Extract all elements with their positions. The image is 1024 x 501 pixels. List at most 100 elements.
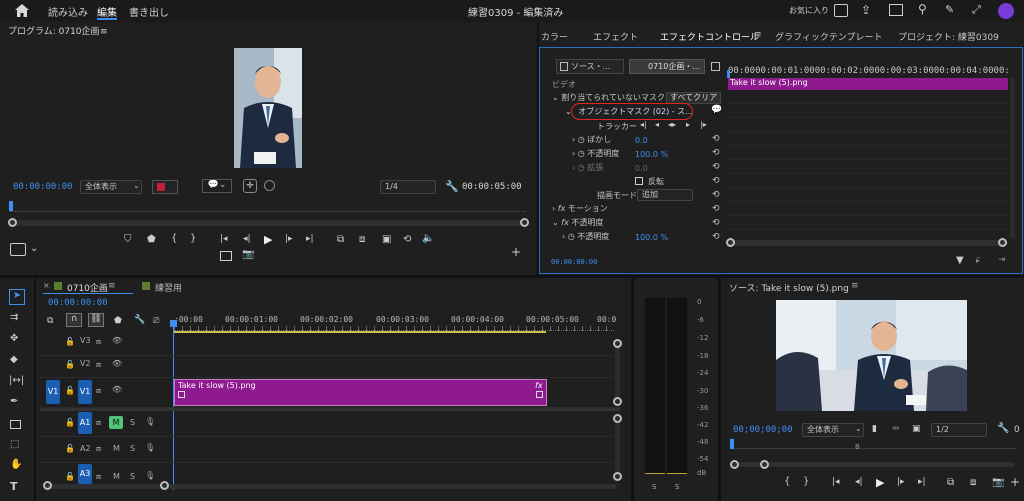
razor-tool-icon[interactable]: ◆ — [10, 354, 18, 365]
reset-icon[interactable]: ⟲ — [712, 176, 724, 186]
track-name-v1[interactable]: V1 — [78, 380, 92, 404]
stopwatch-icon[interactable]: ◷ — [568, 232, 575, 241]
ripple-edit-icon[interactable]: ✥ — [10, 333, 18, 344]
filter-icon[interactable]: ▼ — [956, 255, 964, 266]
track-backward-icon[interactable]: ◂| — [640, 120, 647, 129]
solo-button-a3[interactable]: S — [130, 472, 135, 481]
timeline-playhead-head[interactable] — [170, 320, 177, 327]
source-go-to-in-icon[interactable]: |◂ — [832, 477, 840, 487]
vscroll-handle[interactable] — [613, 339, 622, 348]
source-export-frame-icon[interactable]: ▣ — [912, 424, 921, 434]
tab-effect-controls-menu[interactable]: ≡ — [754, 30, 762, 40]
lift-clip-icon[interactable]: ⧉ — [337, 234, 344, 245]
source-clip-selector[interactable]: ソース・... — [556, 59, 624, 74]
lock-icon[interactable]: 🔓 — [65, 444, 75, 453]
vu-solo-left[interactable]: S — [652, 483, 656, 491]
reset-icon[interactable]: ⟲ — [712, 148, 724, 158]
blend-mode-select[interactable]: 追加 — [637, 189, 693, 201]
track-forward-icon[interactable]: |▸ — [700, 120, 707, 129]
menu-edit[interactable]: 編集 — [97, 4, 117, 19]
comment-icon[interactable]: 💬 — [711, 105, 722, 115]
fullscreen-icon[interactable]: ⤢ — [972, 3, 981, 17]
motion-row[interactable]: › fx モーション — [552, 202, 728, 216]
program-settings-icon[interactable] — [10, 243, 26, 256]
tab-project[interactable]: プロジェクト: 練習0309 — [898, 30, 999, 43]
share-icon[interactable]: ⇪ — [861, 3, 871, 17]
feather-value[interactable]: 0.0 — [635, 136, 648, 145]
source-menu-icon[interactable]: ≡ — [851, 281, 859, 291]
chevron-right-icon[interactable]: › — [562, 232, 565, 241]
eye-icon[interactable]: 👁 — [112, 336, 122, 345]
mini-ruler[interactable]: 00:0000:00:01:0000:00:02:0000:00:03:0000… — [728, 66, 1008, 78]
go-to-in-icon[interactable]: |◂ — [220, 234, 228, 244]
wrench-icon[interactable]: 🔧 — [445, 180, 459, 193]
menu-import[interactable]: 読み込み — [48, 4, 88, 19]
lock-icon[interactable]: 🔓 — [65, 386, 75, 395]
effect-timecode[interactable]: 00:00:00:00 — [551, 258, 597, 266]
pen-tool-icon[interactable]: ✒ — [10, 396, 18, 407]
mark-in-icon[interactable]: { — [171, 233, 177, 244]
sync-lock-icon[interactable]: ⧈ — [96, 418, 101, 428]
program-ruler[interactable] — [10, 204, 526, 212]
timeline-tab-close[interactable]: × — [43, 281, 50, 290]
microphone-icon[interactable]: 🎙 — [145, 417, 155, 426]
stopwatch-icon[interactable]: ◷ — [578, 163, 585, 172]
program-playhead[interactable] — [9, 201, 13, 211]
lock-icon[interactable]: 🔓 — [65, 360, 75, 369]
program-resolution-select[interactable]: 1/4 — [380, 180, 436, 194]
tab-effects[interactable]: エフェクト — [593, 30, 638, 43]
effect-panel-vscroll[interactable] — [1010, 78, 1015, 238]
notifications-icon[interactable]: ✎ — [945, 3, 954, 16]
sync-lock-icon[interactable]: ⧈ — [96, 337, 101, 347]
tab-effect-controls[interactable]: エフェクトコントロール — [660, 30, 759, 43]
source-patch-v1[interactable]: V1 — [46, 380, 60, 404]
linked-selection-icon[interactable]: ⛓ — [88, 313, 104, 327]
reset-icon[interactable]: ⟲ — [712, 162, 724, 172]
tab-graphic-templates[interactable]: グラフィックテンプレート — [775, 30, 883, 43]
chevron-down-icon[interactable]: ⌄ — [30, 243, 38, 254]
label-color-swatch[interactable] — [152, 180, 178, 194]
source-timecode[interactable]: 00;00;00;00 — [733, 425, 793, 435]
menu-export[interactable]: 書き出し — [129, 4, 169, 19]
source-mark-out-icon[interactable]: } — [803, 476, 809, 487]
play-audio-icon[interactable]: ▸⃗ — [976, 256, 980, 265]
source-scroll-handle-right[interactable] — [760, 460, 769, 469]
timeline-timecode[interactable]: 00:00:00:00 — [48, 298, 108, 308]
plus-icon[interactable]: + — [511, 245, 521, 259]
audio-icon[interactable]: 🔈 — [422, 233, 434, 244]
track-name-a3[interactable]: A3 — [78, 464, 92, 484]
reset-icon[interactable]: ⟲ — [712, 232, 724, 242]
timeline-vscroll-video[interactable] — [615, 340, 620, 402]
microphone-icon[interactable]: 🎙 — [145, 443, 155, 452]
quick-export-icon[interactable] — [834, 4, 848, 17]
export-icon[interactable]: ⇥ — [998, 255, 1006, 265]
source-scroll-handle-left[interactable] — [730, 460, 739, 469]
mini-scrollbar[interactable] — [728, 240, 1008, 246]
rectangle-tool-icon[interactable] — [10, 420, 21, 429]
compare-icon[interactable]: ⟲ — [403, 234, 411, 245]
vu-solo-right[interactable]: S — [675, 483, 679, 491]
source-overwrite-icon[interactable]: ⧈ — [970, 477, 976, 488]
timeline-tab-menu[interactable]: ≡ — [108, 281, 116, 291]
lift-icon[interactable]: ⛉ — [124, 234, 132, 245]
sync-lock-icon[interactable]: ⧈ — [96, 444, 101, 454]
sync-lock-icon[interactable]: ⧈ — [96, 386, 101, 396]
microphone-icon[interactable]: 🎙 — [145, 471, 155, 480]
reset-icon[interactable]: ⟲ — [712, 134, 724, 144]
solo-button-a1[interactable]: S — [130, 418, 135, 427]
go-to-out-icon[interactable]: ▸| — [306, 234, 314, 244]
tab-color[interactable]: カラー — [541, 30, 568, 43]
comment-icon[interactable]: 💬⌄ — [202, 179, 232, 193]
play-icon[interactable]: ▶ — [264, 233, 272, 246]
source-mark-in-icon[interactable]: { — [784, 476, 790, 487]
minus-circle-icon[interactable] — [264, 180, 275, 191]
vscroll-handle[interactable] — [613, 472, 622, 481]
add-marker-icon[interactable]: ⬟ — [114, 316, 122, 326]
timeline-tab-other[interactable]: 練習用 — [155, 281, 182, 294]
timeline-vscroll-audio[interactable] — [615, 416, 620, 480]
lock-icon[interactable]: 🔓 — [65, 337, 75, 346]
reset-icon[interactable]: ⟲ — [712, 190, 724, 200]
extract-icon[interactable]: ⧈ — [359, 234, 365, 245]
opacity-mask-value[interactable]: 100.0 % — [635, 150, 668, 159]
eye-icon[interactable]: 👁 — [112, 359, 122, 368]
